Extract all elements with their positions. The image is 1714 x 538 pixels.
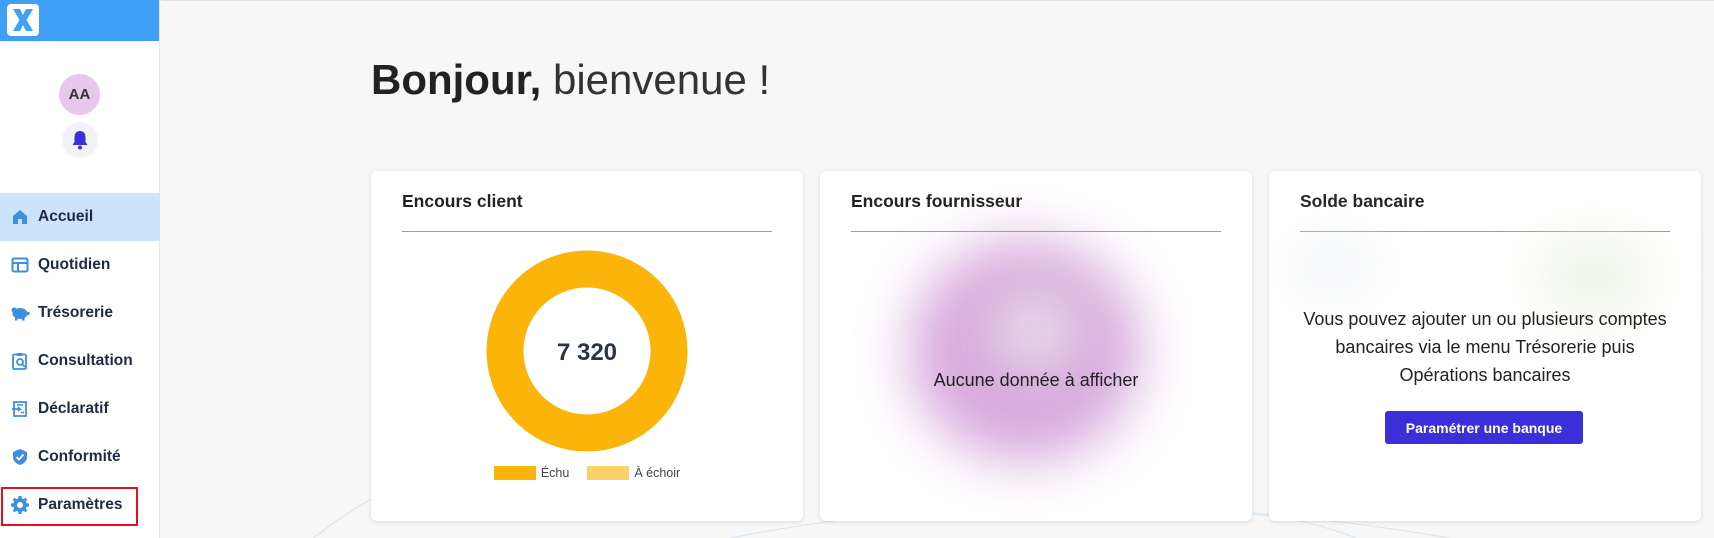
- logo-bar: [0, 0, 159, 41]
- home-icon: [10, 207, 30, 227]
- gear-icon: [10, 495, 30, 515]
- sidebar-item-accueil[interactable]: Accueil: [0, 193, 160, 241]
- decorative-blur: [990, 291, 1080, 371]
- client-outstanding-card: Encours client 7 320 Échu À échoir: [371, 171, 803, 521]
- sidebar: AA Accueil Quotidien Trésorerie Consulta…: [0, 0, 160, 538]
- sidebar-item-label: Consultation: [38, 352, 133, 369]
- sidebar-item-consultation[interactable]: Consultation: [0, 337, 160, 385]
- sidebar-item-tresorerie[interactable]: Trésorerie: [0, 289, 160, 337]
- sidebar-item-label: Conformité: [38, 448, 121, 465]
- piggy-bank-icon: [10, 303, 30, 323]
- legend-swatch: [493, 466, 536, 480]
- legend-item-echu[interactable]: Échu: [493, 466, 570, 480]
- calendar-table-icon: [10, 255, 30, 275]
- legend-label: À échoir: [634, 466, 681, 480]
- greeting-rest: bienvenue !: [541, 56, 771, 103]
- sidebar-item-label: Trésorerie: [38, 304, 113, 321]
- legend-swatch: [587, 466, 630, 480]
- sidebar-item-declaratif[interactable]: Déclaratif: [0, 385, 160, 433]
- decorative-blur: [1289, 241, 1379, 291]
- page-title: Bonjour, bienvenue !: [371, 56, 770, 104]
- sidebar-item-label: Accueil: [38, 208, 94, 225]
- avatar[interactable]: AA: [59, 74, 100, 115]
- donut-total: 7 320: [557, 339, 617, 366]
- legend-label: Échu: [540, 466, 570, 480]
- sidebar-item-parametres[interactable]: Paramètres: [0, 481, 160, 529]
- sidebar-nav: Accueil Quotidien Trésorerie Consultatio…: [0, 193, 160, 529]
- sidebar-item-label: Paramètres: [38, 496, 123, 513]
- main-content: Bonjour, bienvenue ! Encours client 7 32…: [161, 0, 1714, 538]
- sidebar-item-quotidien[interactable]: Quotidien: [0, 241, 160, 289]
- sidebar-item-conformite[interactable]: Conformité: [0, 433, 160, 481]
- sidebar-item-label: Quotidien: [38, 256, 111, 273]
- card-divider: [1300, 231, 1670, 232]
- bell-icon[interactable]: [62, 122, 98, 158]
- setup-bank-button[interactable]: Paramétrer une banque: [1385, 411, 1583, 444]
- sidebar-item-label: Déclaratif: [38, 400, 109, 417]
- clipboard-search-icon: [10, 351, 30, 371]
- document-send-icon: [10, 399, 30, 419]
- top-divider: [161, 0, 1714, 1]
- card-divider: [851, 231, 1221, 232]
- greeting-bold: Bonjour,: [371, 56, 542, 103]
- decorative-blur: [1539, 241, 1649, 311]
- legend-item-a-echoir[interactable]: À échoir: [587, 466, 680, 480]
- card-title: Solde bancaire: [1300, 191, 1425, 211]
- x-logo-icon[interactable]: [7, 4, 39, 36]
- chart-legend: Échu À échoir: [371, 466, 803, 480]
- shield-check-icon: [10, 447, 30, 467]
- card-title: Encours fournisseur: [851, 191, 1023, 211]
- supplier-outstanding-card: Encours fournisseur Aucune donnée à affi…: [820, 171, 1252, 521]
- bank-balance-card: Solde bancaire Vous pouvez ajouter un ou…: [1269, 171, 1701, 521]
- bank-info-message: Vous pouvez ajouter un ou plusieurs comp…: [1303, 309, 1667, 385]
- empty-state-message: Aucune donnée à afficher: [933, 370, 1139, 390]
